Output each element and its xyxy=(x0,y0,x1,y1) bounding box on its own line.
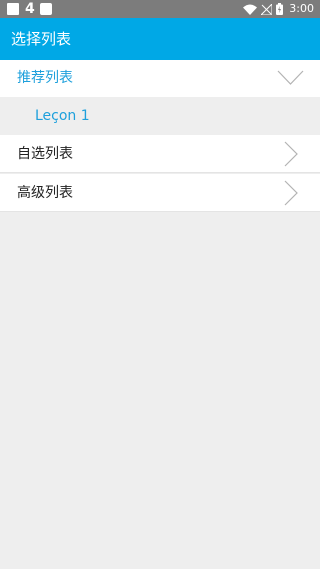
page-title: 选择列表 xyxy=(11,30,72,48)
status-bar-time: 3:00 xyxy=(289,2,314,15)
list-item-lesson[interactable]: Leçon 1 xyxy=(0,97,320,135)
status-bar-notifications: 4 xyxy=(7,1,52,17)
chevron-right-icon xyxy=(284,141,298,167)
notification-icon xyxy=(7,3,19,15)
list-item-custom[interactable]: 自选列表 xyxy=(0,135,320,173)
chevron-down-icon xyxy=(277,70,304,85)
status-bar-system: 3:00 xyxy=(243,2,314,16)
notification-count: 4 xyxy=(25,1,35,17)
wifi-icon xyxy=(243,4,258,15)
list-item-label: 高级列表 xyxy=(17,185,73,201)
list-group-label: 推荐列表 xyxy=(17,70,73,86)
no-signal-icon xyxy=(261,3,273,15)
app-notification-icon xyxy=(39,3,52,15)
list-item-advanced[interactable]: 高级列表 xyxy=(0,174,320,212)
chevron-right-icon xyxy=(284,180,298,206)
app-bar: 选择列表 xyxy=(0,18,320,60)
list-item-label: Leçon 1 xyxy=(35,108,90,124)
list-group-recommended[interactable]: 推荐列表 xyxy=(0,60,320,97)
battery-charging-icon xyxy=(276,3,284,15)
list-item-label: 自选列表 xyxy=(17,146,73,162)
status-bar: 4 3:00 xyxy=(0,0,320,18)
